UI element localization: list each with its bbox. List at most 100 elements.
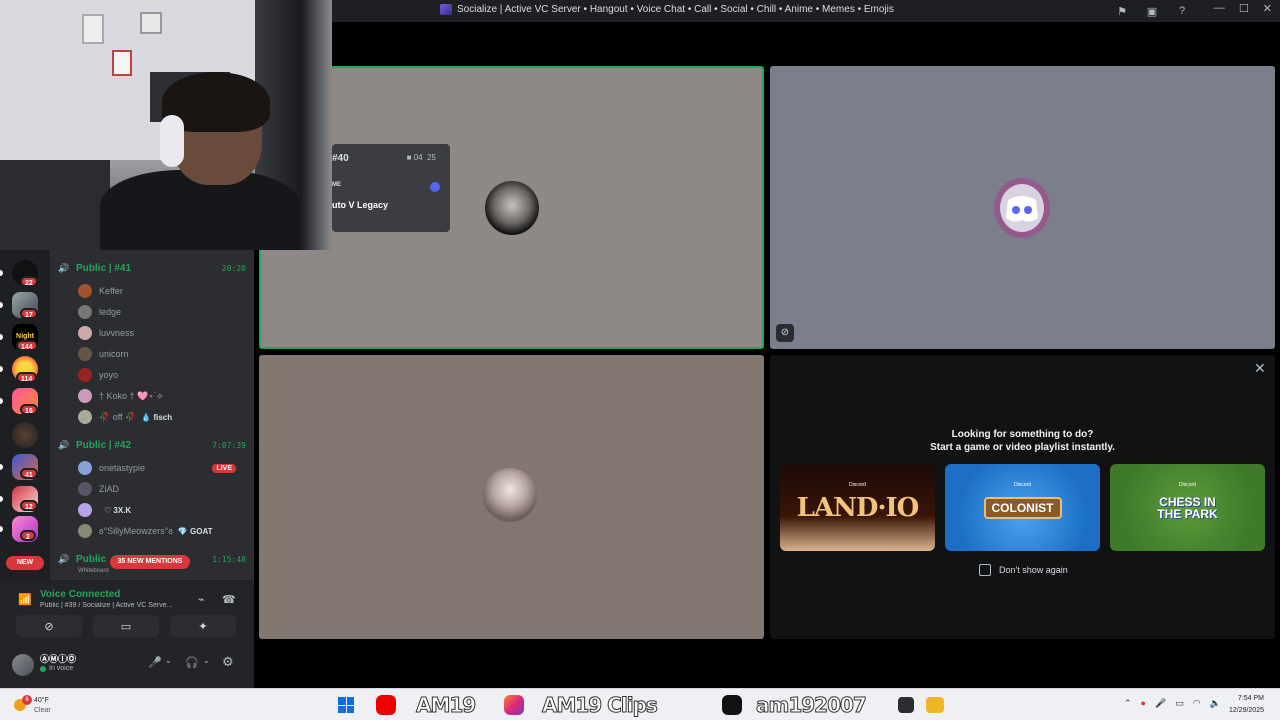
- popup-cam-count: ■ 04 25: [406, 153, 436, 162]
- voice-member[interactable]: ♡ 3X.K: [78, 501, 246, 519]
- activity-card-colonist[interactable]: Discord COLONIST: [945, 464, 1100, 551]
- microphone-icon[interactable]: 🎤: [148, 656, 162, 669]
- voice-member[interactable]: 🥀 off 🥀 💧 fisch: [78, 408, 246, 426]
- screen-share-icon[interactable]: ▣: [1144, 3, 1160, 19]
- maximize-icon[interactable]: ☐: [1239, 2, 1249, 15]
- voice-member[interactable]: ZiAD: [78, 480, 246, 498]
- file-explorer-icon[interactable]: [926, 697, 944, 713]
- overlay-instagram-handle: AM19 Clips: [542, 693, 659, 718]
- voice-member[interactable]: † Koko † 🩷⋆˙⟡: [78, 387, 246, 405]
- wifi-icon[interactable]: ◠: [1193, 698, 1201, 709]
- server-badge: 22: [20, 276, 38, 287]
- popup-channel-number: #40: [332, 153, 349, 164]
- activities-icon: ✦: [198, 620, 208, 633]
- signal-icon[interactable]: 📶: [18, 593, 32, 606]
- voice-member[interactable]: luvvness: [78, 324, 246, 342]
- activities-button[interactable]: ✦: [170, 615, 236, 637]
- close-window-icon[interactable]: ✕: [1263, 2, 1272, 15]
- user-bar: ⒶⓂⒾⓄ In voice 🎤 ⌄ 🎧 ⌄ ⚙: [0, 646, 254, 688]
- screen-share-button[interactable]: ▭: [93, 615, 159, 637]
- user-name: ⒶⓂⒾⓄ: [40, 654, 77, 664]
- activity-card-landio[interactable]: Discord LAND·IO: [780, 464, 935, 551]
- user-avatar: [485, 181, 539, 235]
- user-avatar: [483, 468, 537, 522]
- windows-taskbar: 6 40°F Clear AM19 AM19 Clips am192007 ⌃ …: [0, 688, 1280, 720]
- app-icon: [430, 182, 440, 192]
- voice-member[interactable]: unicorn: [78, 345, 246, 363]
- activity-heading: Looking for something to do? Start a gam…: [930, 429, 1115, 453]
- server-icon[interactable]: [12, 422, 38, 448]
- taskbar-clock[interactable]: 7:54 PM 12/29/2025: [1229, 693, 1264, 717]
- voice-channel-41[interactable]: 🔊 Public | #41 20:20: [58, 261, 246, 275]
- voice-channel-icon: 🔊: [58, 263, 70, 273]
- new-mentions-pill[interactable]: 35 NEW MENTIONS: [110, 555, 190, 569]
- user-status: In voice: [40, 665, 73, 672]
- voice-member[interactable]: Keffer: [78, 282, 246, 300]
- stream-popup-card[interactable]: #40 ■ 04 25 ME uto V Legacy: [332, 144, 450, 232]
- youtube-icon[interactable]: [376, 695, 396, 715]
- chevron-down-icon[interactable]: ⌄: [165, 656, 172, 665]
- headphones-icon[interactable]: 🎧: [185, 656, 199, 669]
- window-title: Socialize | Active VC Server • Hangout •…: [440, 4, 894, 15]
- window-title-text: Socialize | Active VC Server • Hangout •…: [457, 4, 894, 15]
- voice-channel-icon: 🔊: [58, 554, 70, 564]
- gear-icon[interactable]: ⚙: [222, 654, 234, 670]
- instagram-icon[interactable]: [504, 695, 524, 715]
- minimize-icon[interactable]: —: [1214, 2, 1225, 15]
- popup-label: ME: [332, 182, 341, 188]
- voice-member[interactable]: onetastypie LIVE: [78, 459, 246, 477]
- antivirus-icon[interactable]: ●: [1141, 698, 1146, 709]
- help-icon[interactable]: ?: [1174, 3, 1190, 19]
- windows-start-icon[interactable]: [338, 697, 354, 713]
- camera-icon: ■: [406, 153, 412, 162]
- overlay-tiktok-handle: am192007: [756, 693, 868, 718]
- overlay-youtube-handle: AM19: [415, 693, 476, 718]
- chevron-down-icon[interactable]: ⌄: [203, 656, 210, 665]
- server-icon: [440, 4, 452, 15]
- voice-status: Voice Connected: [40, 589, 121, 600]
- display-icon[interactable]: ▭: [1175, 698, 1184, 709]
- server-badge: 114: [16, 372, 38, 383]
- voice-channel-icon: 🔊: [58, 440, 70, 450]
- channel-subtitle: Whiteboard: [78, 568, 109, 574]
- activity-card-chess[interactable]: Discord CHESS IN THE PARK: [1110, 464, 1265, 551]
- microphone-icon[interactable]: 🎤: [1155, 698, 1166, 709]
- voice-tile-2[interactable]: [770, 66, 1275, 349]
- avatar[interactable]: [12, 654, 34, 676]
- live-badge: LIVE: [212, 463, 236, 473]
- voice-member[interactable]: yoyo: [78, 366, 246, 384]
- system-tray: ⌃ ● 🎤 ▭ ◠ 🔈: [1124, 698, 1221, 709]
- camera-off-icon: ⊘: [44, 620, 54, 633]
- voice-channel-path[interactable]: Public | #39 / Socialize | Active VC Ser…: [40, 602, 190, 609]
- server-badge: 16: [20, 404, 38, 415]
- dont-show-again[interactable]: Don't show again: [979, 564, 1068, 576]
- server-badge: 12: [20, 500, 38, 511]
- discord-logo-icon: [994, 178, 1050, 238]
- popup-game-name: uto V Legacy: [332, 200, 389, 210]
- voice-member[interactable]: ledge: [78, 303, 246, 321]
- dont-show-checkbox[interactable]: [979, 564, 991, 576]
- server-badge: 41: [20, 468, 38, 479]
- weather-widget[interactable]: 6 40°F Clear: [10, 693, 70, 717]
- new-badge[interactable]: NEW: [6, 556, 44, 570]
- flag-icon[interactable]: ⚑: [1114, 3, 1130, 19]
- server-badge: 144: [16, 340, 38, 351]
- weather-badge: 6: [22, 695, 32, 705]
- noise-suppression-icon[interactable]: ⌁: [198, 593, 205, 606]
- channel-list: 🔊 Public | #41 20:20 Keffer ledge luvvne…: [50, 250, 254, 580]
- chevron-up-icon[interactable]: ⌃: [1124, 698, 1132, 709]
- webcam-overlay: [0, 0, 332, 250]
- tiktok-icon[interactable]: [722, 695, 742, 715]
- voice-tile-3[interactable]: [259, 355, 764, 639]
- voice-channel-42[interactable]: 🔊 Public | #42 7:07:39: [58, 438, 246, 452]
- camera-button[interactable]: ⊘: [16, 615, 82, 637]
- close-activity-icon[interactable]: ✕: [1254, 360, 1266, 377]
- terminal-icon[interactable]: [898, 697, 914, 713]
- server-badge: 2: [20, 530, 36, 541]
- video-off-icon[interactable]: ⊘: [776, 324, 794, 342]
- volume-icon[interactable]: 🔈: [1210, 698, 1221, 709]
- screen-share-icon: ▭: [120, 620, 132, 633]
- voice-member[interactable]: ʚ°SillyMeowzers°ɞ 💎 GOAT: [78, 522, 246, 540]
- disconnect-icon[interactable]: ☎: [222, 593, 236, 606]
- server-badge: 17: [20, 308, 38, 319]
